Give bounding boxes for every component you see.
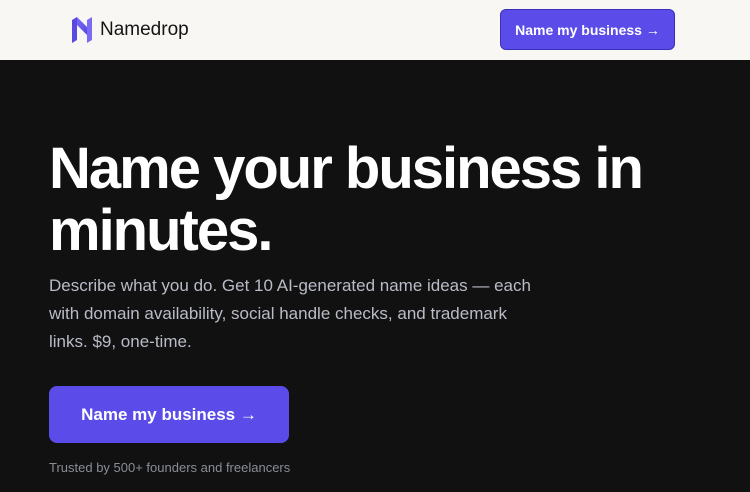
- hero-name-my-business-button[interactable]: Name my business →: [49, 386, 289, 443]
- brand-name: Namedrop: [100, 19, 189, 40]
- hero-subtitle: Describe what you do. Get 10 AI-generate…: [49, 276, 531, 351]
- trust-text: Trusted by 500+ founders and freelancers: [49, 460, 291, 475]
- nav-name-my-business-button[interactable]: Name my business →: [500, 9, 675, 50]
- brand-logo[interactable]: Namedrop: [71, 16, 189, 44]
- hero-title: Name your business in minutes.: [49, 136, 644, 263]
- top-nav: Namedrop Name my business →: [0, 0, 750, 60]
- n-logo-icon: [72, 17, 92, 43]
